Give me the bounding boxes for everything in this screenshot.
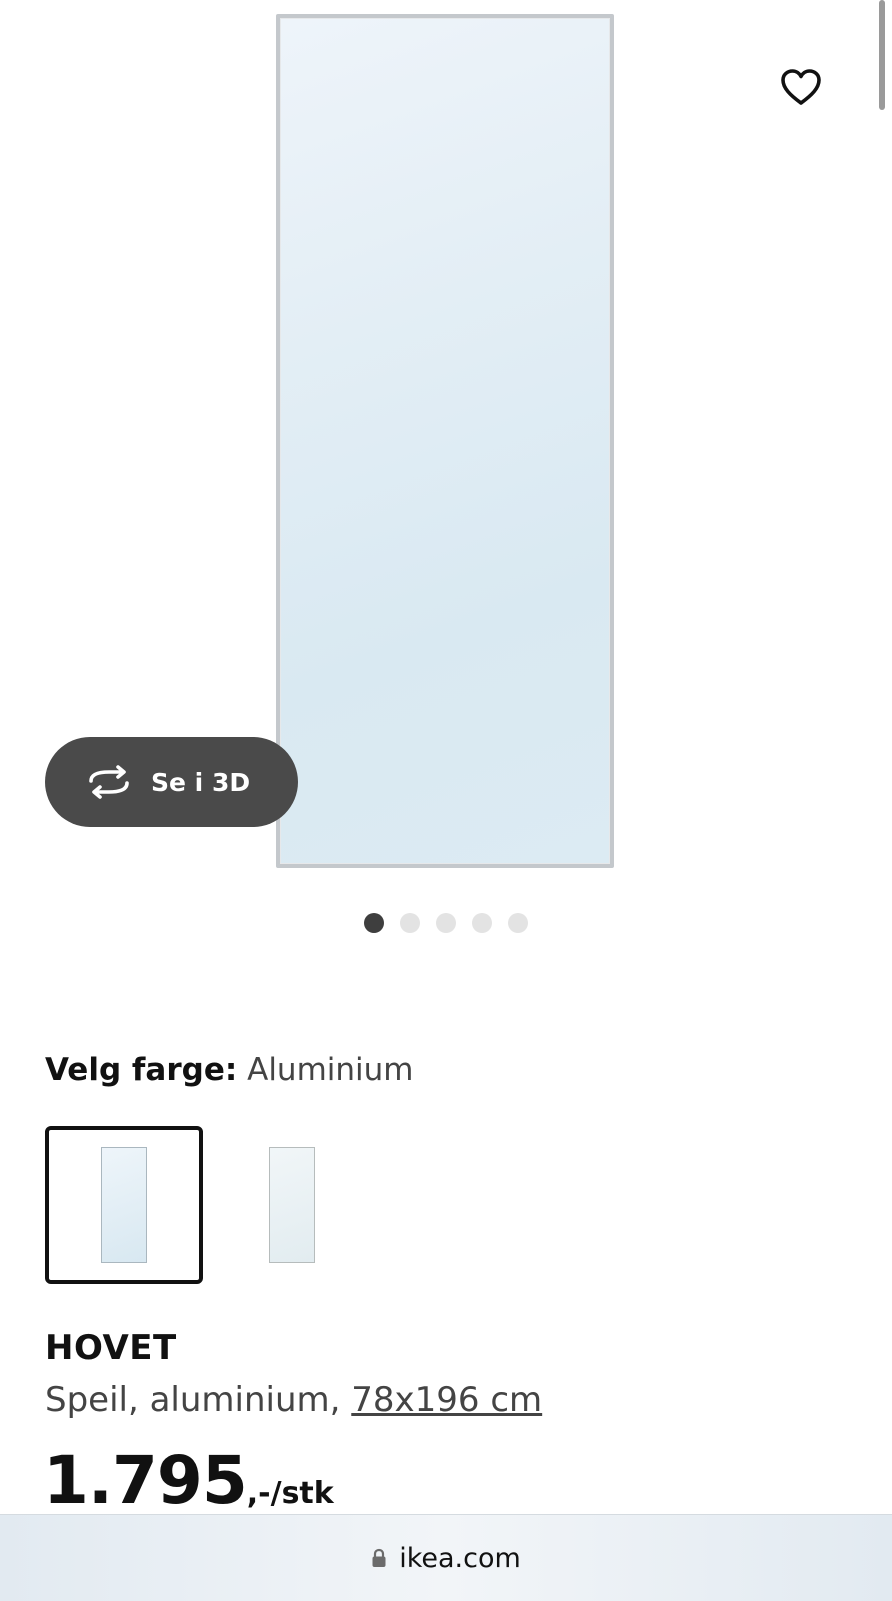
product-name: HOVET: [45, 1328, 177, 1368]
gallery-dot[interactable]: [472, 913, 492, 933]
url-domain: ikea.com: [399, 1542, 521, 1574]
gallery-pagination: [364, 913, 528, 933]
product-description: Speil, aluminium, 78x196 cm: [45, 1380, 542, 1420]
lock-icon: [371, 1547, 389, 1569]
rotate-3d-icon: [85, 764, 133, 800]
product-description-text: Speil, aluminium,: [45, 1380, 352, 1420]
favorite-button[interactable]: [770, 56, 832, 118]
gallery-dot[interactable]: [436, 913, 456, 933]
price-suffix: ,-/stk: [246, 1476, 334, 1511]
product-image-mirror[interactable]: [276, 14, 614, 868]
heart-outline-icon: [781, 69, 821, 105]
browser-url-bar[interactable]: ikea.com: [0, 1514, 892, 1601]
color-selector-value: Aluminium: [247, 1052, 414, 1088]
price-main: 1.795: [43, 1442, 248, 1519]
color-option-aluminium[interactable]: [45, 1126, 203, 1284]
view-in-3d-label: Se i 3D: [151, 767, 251, 797]
color-option-white[interactable]: [213, 1126, 371, 1284]
gallery-dot[interactable]: [508, 913, 528, 933]
color-option-thumbnail: [101, 1147, 147, 1263]
color-option-thumbnail: [269, 1147, 315, 1263]
product-price: 1.795,-/stk: [43, 1442, 334, 1519]
color-selector-key: Velg farge:: [45, 1052, 238, 1088]
product-image-gallery[interactable]: Se i 3D: [0, 0, 892, 960]
view-in-3d-button[interactable]: Se i 3D: [45, 737, 298, 827]
product-size-link[interactable]: 78x196 cm: [351, 1380, 542, 1420]
gallery-dot[interactable]: [400, 913, 420, 933]
gallery-dot[interactable]: [364, 913, 384, 933]
color-selector-label: Velg farge: Aluminium: [45, 1052, 414, 1088]
page-scrollbar[interactable]: [879, 0, 885, 110]
